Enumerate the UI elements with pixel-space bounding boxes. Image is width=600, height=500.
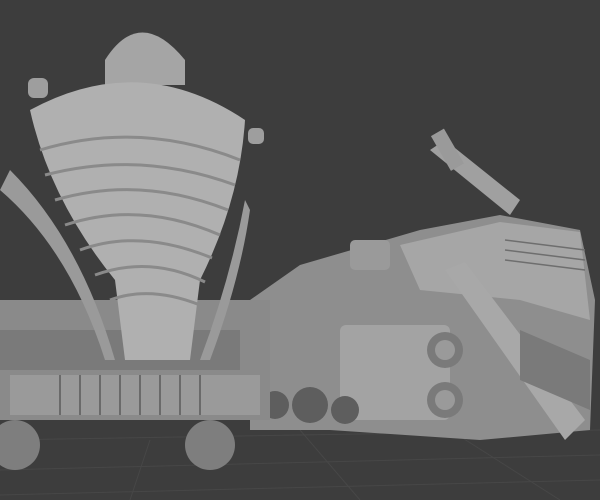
3d-viewport[interactable] <box>0 0 600 500</box>
